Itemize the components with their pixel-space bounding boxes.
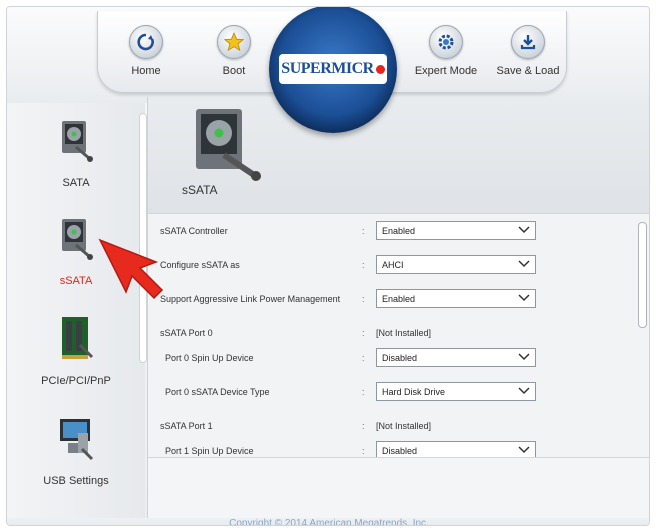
sidebar-item-label: SATA xyxy=(62,177,90,189)
setting-colon: : xyxy=(362,328,365,338)
settings-scrollbar[interactable] xyxy=(638,222,647,328)
select-value: Hard Disk Drive xyxy=(382,387,446,397)
settings-panel: sSATA Controller : Enabled Configure sSA… xyxy=(147,213,649,457)
setting-colon: : xyxy=(362,446,365,456)
help-panel xyxy=(147,457,649,525)
setting-label: Port 0 sSATA Device Type xyxy=(165,387,270,397)
setting-colon: : xyxy=(362,421,365,431)
setting-label: Support Aggressive Link Power Management xyxy=(160,294,341,304)
tab-home-label: Home xyxy=(131,65,161,77)
setting-colon: : xyxy=(362,226,365,236)
setting-row-configure-ssata: Configure sSATA as : AHCI xyxy=(148,252,648,282)
gear-icon xyxy=(429,25,463,59)
page-title: sSATA xyxy=(182,183,218,197)
sidebar-item-usb-settings[interactable]: USB Settings xyxy=(7,415,145,513)
sidebar-item-pcie-pci-pnp[interactable]: PCIe/PCI/PnP xyxy=(7,315,145,413)
setting-row-port-0-device-type: Port 0 sSATA Device Type : Hard Disk Dri… xyxy=(148,379,648,409)
star-icon xyxy=(217,25,251,59)
chevron-down-icon xyxy=(518,226,530,234)
setting-row-ssata-controller: sSATA Controller : Enabled xyxy=(148,218,648,248)
tab-boot[interactable]: Boot xyxy=(194,25,274,91)
setting-colon: : xyxy=(362,294,365,304)
chevron-down-icon xyxy=(518,353,530,361)
select-value: Disabled xyxy=(382,446,418,456)
tab-expert-mode[interactable]: Expert Mode xyxy=(406,25,486,91)
setting-colon: : xyxy=(362,353,365,363)
sidebar-item-sata[interactable]: SATA xyxy=(7,117,145,215)
setting-label: Port 0 Spin Up Device xyxy=(165,353,254,363)
setting-row-port-1-spin-up: Port 1 Spin Up Device : Disabled xyxy=(148,438,648,457)
pci-card-icon xyxy=(54,315,98,361)
setting-label: sSATA Port 1 xyxy=(160,421,213,431)
port-0-device-type-select[interactable]: Hard Disk Drive xyxy=(376,382,536,401)
setting-colon: : xyxy=(362,260,365,270)
port-1-spin-up-select[interactable]: Disabled xyxy=(376,441,536,457)
hard-drive-tools-icon xyxy=(54,215,98,261)
select-value: Disabled xyxy=(382,353,418,363)
setting-colon: : xyxy=(362,387,365,397)
tab-save-load[interactable]: Save & Load xyxy=(488,25,568,91)
logo-wordmark: SUPERMICR xyxy=(279,54,387,84)
copyright-footer: Copyright © 2014 American Megatrends, In… xyxy=(7,518,649,525)
hard-drive-tools-icon xyxy=(54,117,98,163)
sidebar-item-label: USB Settings xyxy=(43,475,109,487)
sidebar-item-label: PCIe/PCI/PnP xyxy=(41,375,111,387)
port-0-spin-up-select[interactable]: Disabled xyxy=(376,348,536,367)
port-0-status: [Not Installed] xyxy=(376,328,432,338)
chevron-down-icon xyxy=(518,446,530,454)
logo-text: SUPERMICR xyxy=(281,60,374,77)
tab-boot-label: Boot xyxy=(222,65,246,77)
chevron-down-icon xyxy=(518,260,530,268)
red-arrow-annotation xyxy=(98,238,164,300)
usb-computer-icon xyxy=(54,415,98,461)
setting-label: Port 1 Spin Up Device xyxy=(165,446,254,456)
ssata-controller-select[interactable]: Enabled xyxy=(376,221,536,240)
select-value: AHCI xyxy=(382,260,404,270)
download-icon xyxy=(511,25,545,59)
setting-label: sSATA Port 0 xyxy=(160,328,213,338)
chevron-down-icon xyxy=(518,294,530,302)
power-icon xyxy=(129,25,163,59)
setting-row-port-0-spin-up: Port 0 Spin Up Device : Disabled xyxy=(148,345,648,375)
setting-label: sSATA Controller xyxy=(160,226,228,236)
supermicro-logo: SUPERMICR xyxy=(269,7,397,133)
tab-expert-mode-label: Expert Mode xyxy=(414,65,478,77)
configure-ssata-select[interactable]: AHCI xyxy=(376,255,536,274)
setting-label: Configure sSATA as xyxy=(160,260,240,270)
tab-save-load-label: Save & Load xyxy=(496,65,560,77)
logo-red-dot xyxy=(375,64,385,74)
aggressive-link-power-select[interactable]: Enabled xyxy=(376,289,536,308)
chevron-down-icon xyxy=(518,387,530,395)
port-1-status: [Not Installed] xyxy=(376,421,432,431)
page-header: sSATA xyxy=(147,97,649,213)
sidebar: SATA sSATA PCIe/PCI/PnP USB Settings xyxy=(7,103,147,525)
setting-row-aggressive-link-power: Support Aggressive Link Power Management… xyxy=(148,286,648,316)
hard-drive-tools-icon xyxy=(184,103,268,188)
top-toolbar: Home Boot Expert Mode Save & Load SUPERM… xyxy=(7,7,649,133)
select-value: Enabled xyxy=(382,294,416,304)
select-value: Enabled xyxy=(382,226,416,236)
tab-home[interactable]: Home xyxy=(106,25,186,91)
